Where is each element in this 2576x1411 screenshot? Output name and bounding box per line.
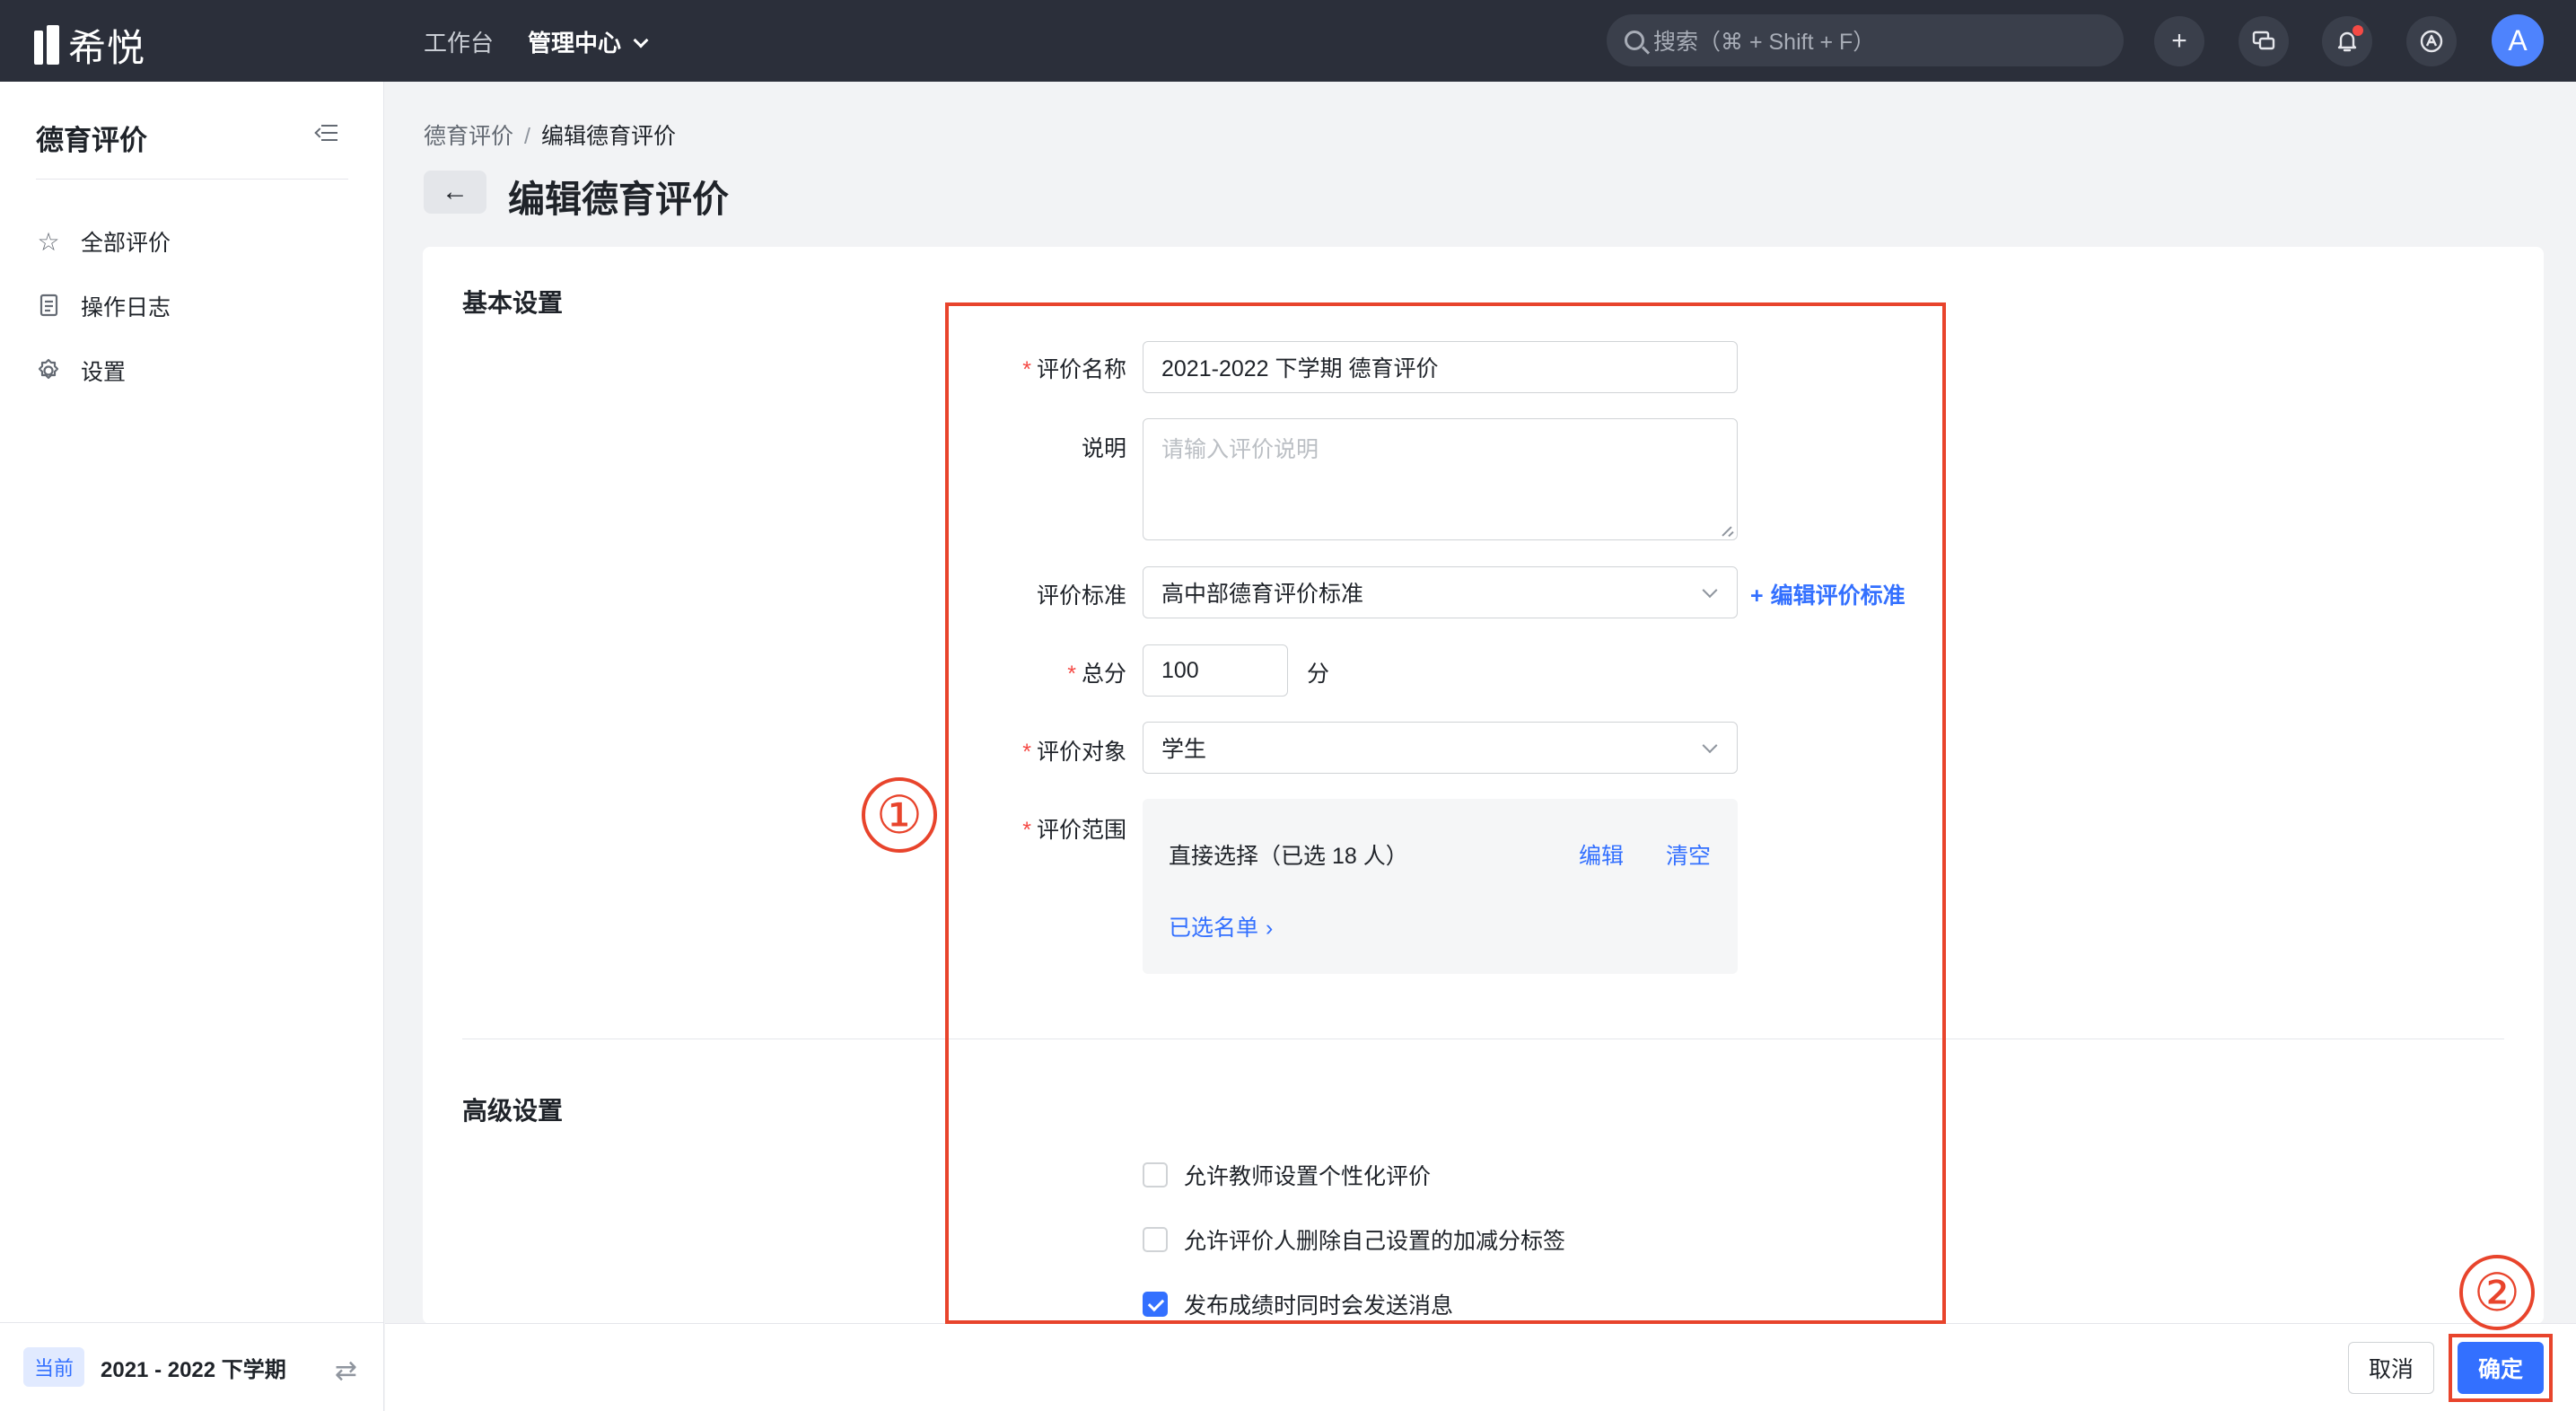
sidebar: 德育评价 ☆ 全部评价 操作日志 设置 当前 2021 - 2022 下学期 ⇄ [0,82,384,1411]
nav-workbench[interactable]: 工作台 [424,25,494,58]
breadcrumb-parent[interactable]: 德育评价 [424,124,513,149]
chevron-down-icon [633,32,649,48]
app-logo[interactable]: 希悦 [34,18,145,73]
cancel-button[interactable]: 取消 [2348,1342,2434,1394]
annotation-number-1: ① [862,777,937,853]
notification-dot [2353,25,2363,36]
add-button[interactable]: + [2154,16,2204,66]
top-bar: 希悦 工作台 管理中心 搜索（⌘ + Shift + F） + A [0,0,2576,82]
assistant-button[interactable] [2406,16,2457,66]
compass-icon [2420,30,2443,53]
star-icon: ☆ [37,227,60,256]
breadcrumb-current: 编辑德育评价 [540,124,676,149]
breadcrumb-separator: / [524,124,530,149]
advanced-settings-title: 高级设置 [462,1097,564,1125]
messages-button[interactable] [2239,16,2289,66]
notifications-button[interactable] [2322,16,2372,66]
sidebar-item-settings[interactable]: 设置 [36,355,126,387]
current-badge: 当前 [23,1347,85,1387]
term-switcher[interactable]: 当前 2021 - 2022 下学期 ⇄ [0,1322,384,1411]
plus-icon: + [2171,26,2187,56]
page-title: 编辑德育评价 [508,179,729,220]
user-avatar[interactable]: A [2492,14,2544,66]
search-icon [1625,31,1644,50]
swap-icon[interactable]: ⇄ [335,1355,357,1387]
sidebar-item-operation-log[interactable]: 操作日志 [36,290,171,322]
sidebar-item-label: 设置 [81,360,127,385]
annotation-box-confirm [2449,1334,2553,1402]
sidebar-title: 德育评价 [36,125,147,156]
sidebar-divider [36,179,348,180]
arrow-left-icon: ← [442,177,469,206]
global-search[interactable]: 搜索（⌘ + Shift + F） [1607,14,2124,66]
action-bar [385,1323,2576,1411]
chat-icon [2252,31,2275,50]
current-term: 2021 - 2022 下学期 [101,1357,286,1382]
document-icon [36,294,61,319]
sidebar-item-label: 操作日志 [81,295,171,320]
sidebar-item-label: 全部评价 [81,231,171,256]
search-placeholder: 搜索（⌘ + Shift + F） [1653,30,1876,55]
annotation-number-2: ② [2459,1255,2535,1330]
breadcrumb: 德育评价 / 编辑德育评价 [424,118,676,151]
back-button[interactable]: ← [424,171,486,214]
logo-mark-icon [34,24,61,66]
sidebar-item-all-evaluations[interactable]: ☆ 全部评价 [36,225,171,258]
collapse-sidebar-icon[interactable] [316,125,337,143]
gear-icon [36,358,61,383]
logo-text: 希悦 [68,27,146,69]
annotation-box-form [945,302,1946,1324]
basic-settings-title: 基本设置 [462,289,564,317]
nav-admin-center[interactable]: 管理中心 [528,25,649,58]
nav-admin-center-label: 管理中心 [528,30,622,57]
